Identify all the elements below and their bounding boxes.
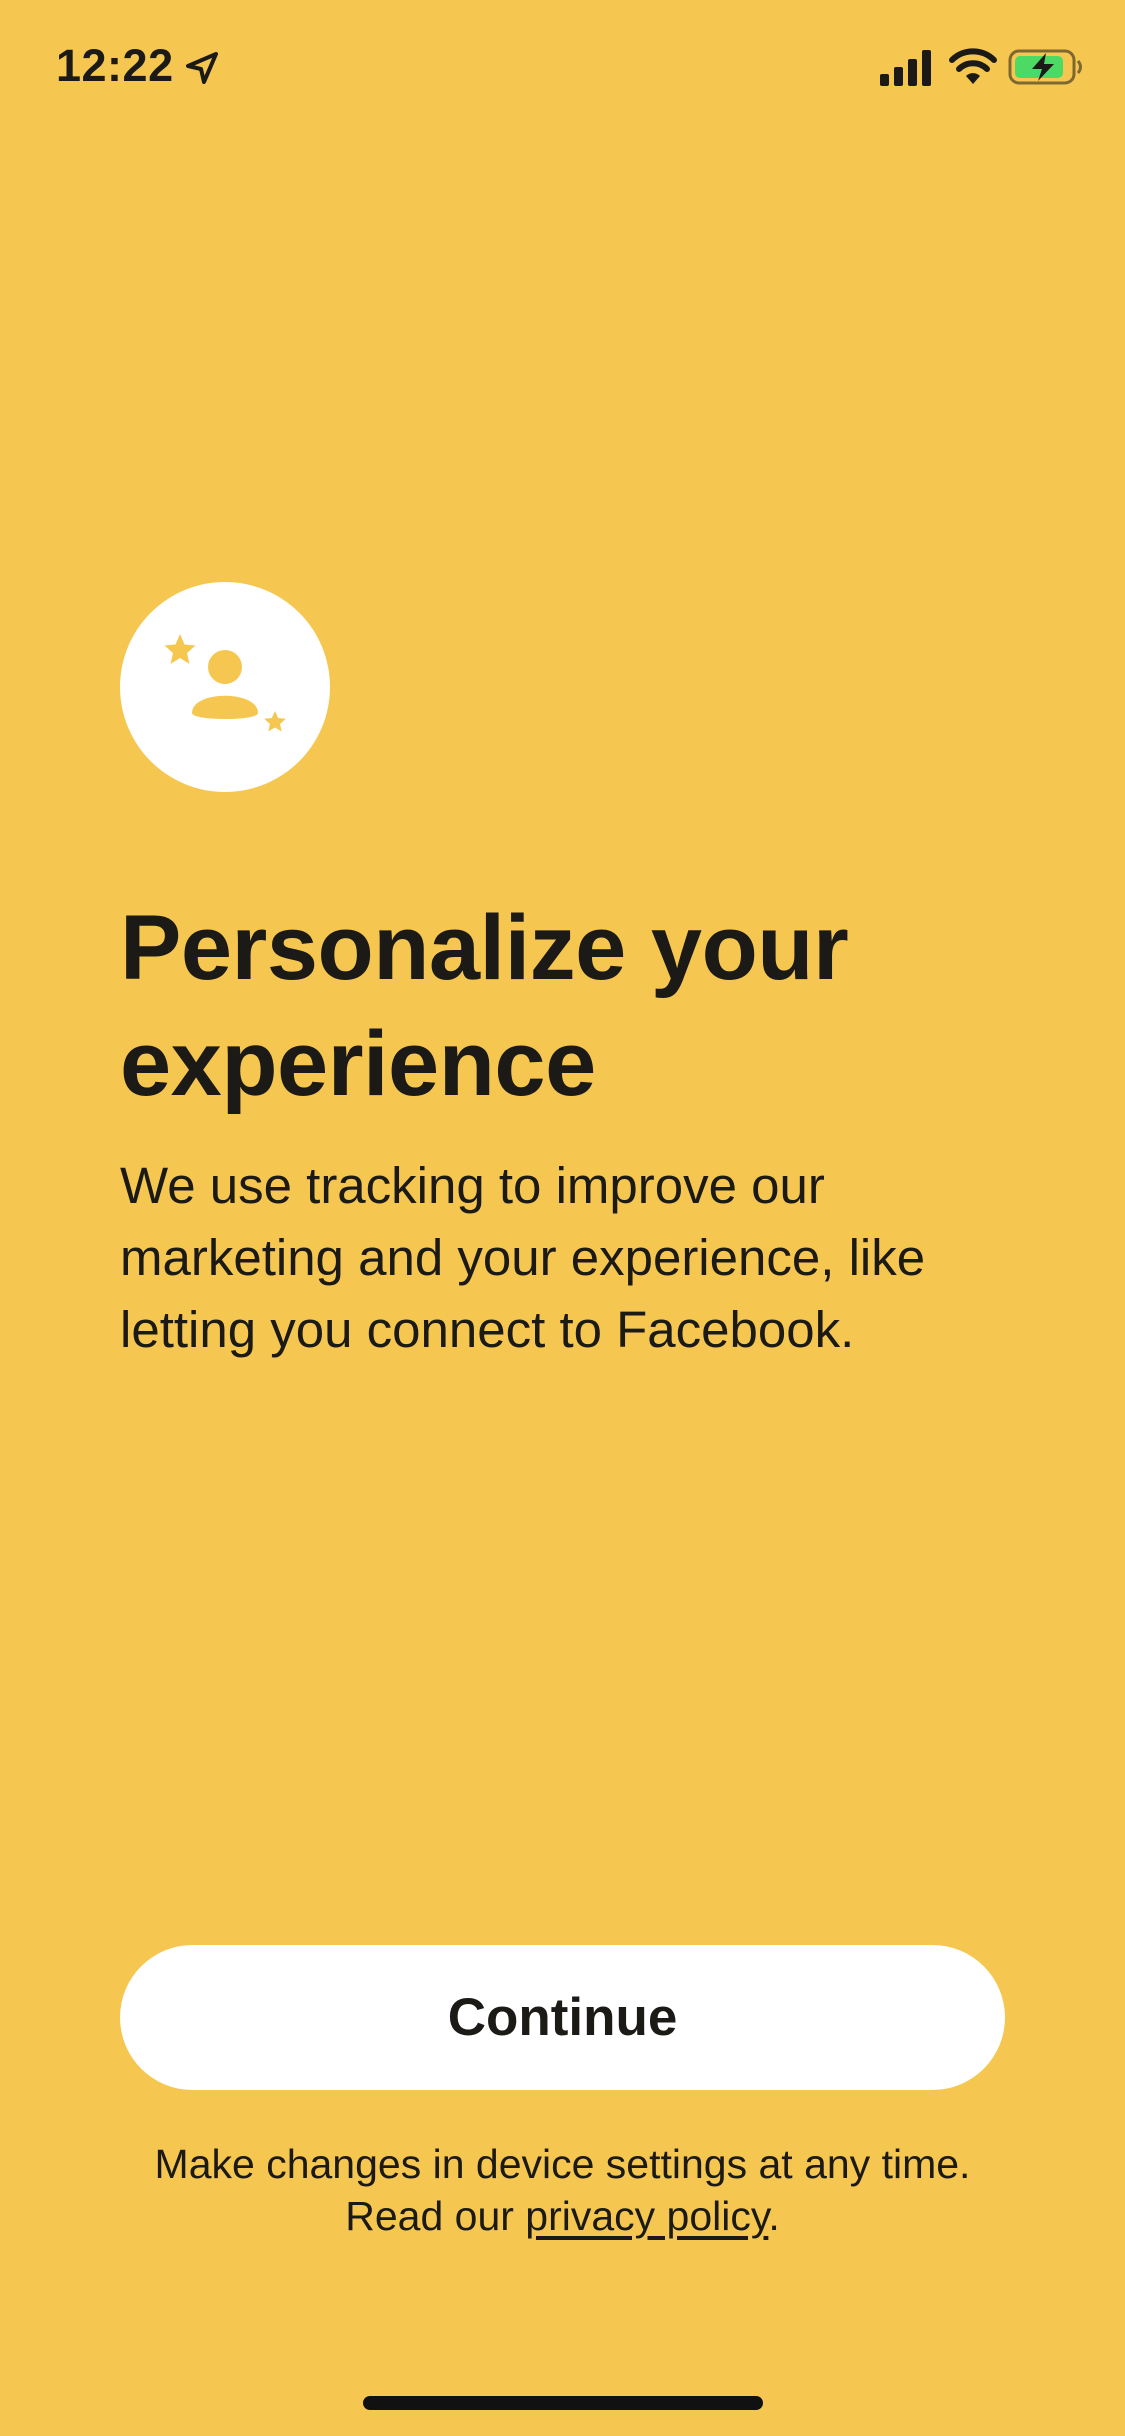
privacy-note: Read our privacy policy.: [60, 2190, 1065, 2242]
battery-charging-icon: [1008, 49, 1082, 85]
wifi-icon: [949, 48, 997, 84]
footer-note: Make changes in device settings at any t…: [60, 2138, 1065, 2242]
status-time: 12:22: [56, 40, 174, 91]
page-title: Personalize your experience: [120, 897, 849, 1115]
settings-note: Make changes in device settings at any t…: [154, 2141, 971, 2187]
status-bar: 12:22: [0, 0, 1125, 140]
privacy-note-prefix: Read our: [345, 2193, 526, 2239]
privacy-note-suffix: .: [768, 2193, 780, 2239]
personalize-profile-stars-icon: [164, 634, 286, 732]
home-indicator[interactable]: [363, 2396, 763, 2410]
cellular-signal-icon: [880, 50, 931, 86]
personalize-badge: [120, 582, 330, 792]
privacy-policy-link[interactable]: privacy policy: [525, 2193, 768, 2239]
tracking-description: We use tracking to improve our marketing…: [120, 1157, 926, 1358]
location-arrow-icon: [186, 52, 218, 84]
continue-button[interactable]: Continue: [120, 1945, 1005, 2090]
